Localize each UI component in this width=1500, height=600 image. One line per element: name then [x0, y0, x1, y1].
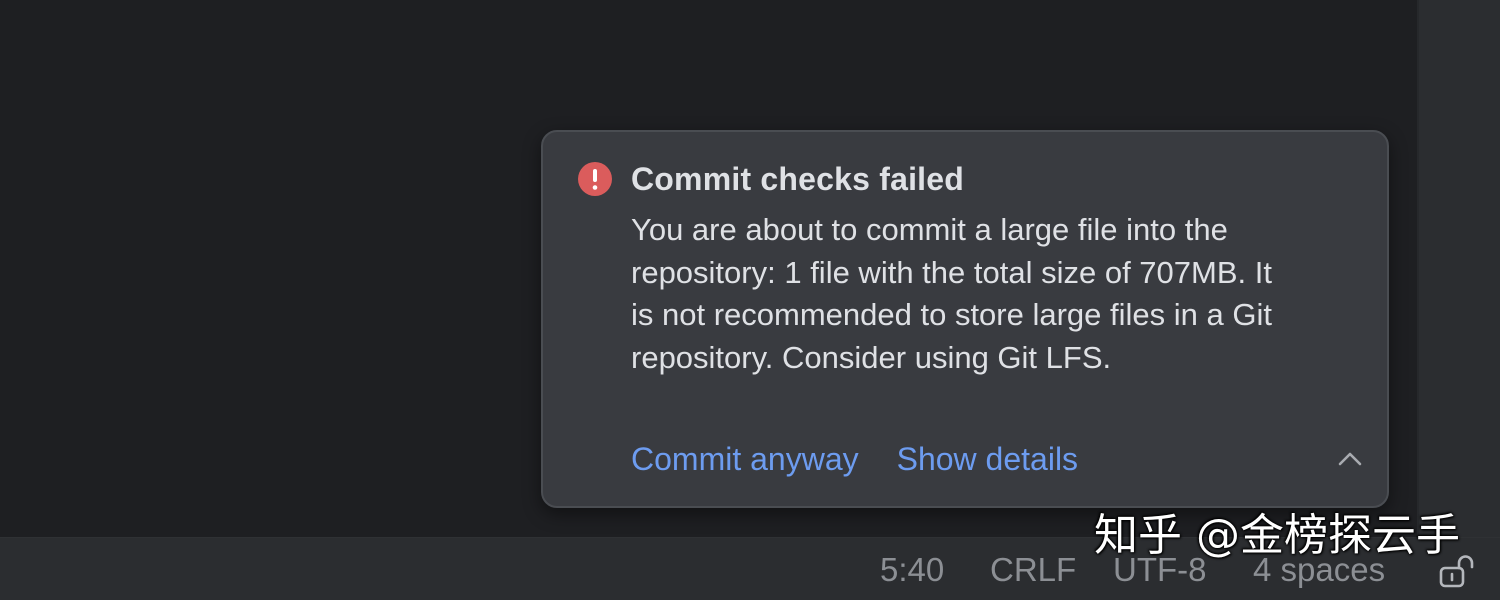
caret-position-widget[interactable]: 5:40 [880, 548, 944, 592]
line-separator-widget[interactable]: CRLF [990, 548, 1076, 592]
error-exclamation-icon [578, 162, 612, 196]
right-tool-window-strip [1417, 0, 1500, 537]
notification-title: Commit checks failed [631, 161, 964, 197]
notification-popup: Commit checks failed You are about to co… [541, 130, 1389, 508]
file-encoding-widget[interactable]: UTF-8 [1113, 548, 1207, 592]
notification-actions: Commit anyway Show details [631, 438, 1116, 480]
notification-message: You are about to commit a large file int… [631, 212, 1272, 375]
indent-widget[interactable]: 4 spaces [1253, 548, 1385, 592]
commit-anyway-link[interactable]: Commit anyway [631, 438, 859, 480]
show-details-link[interactable]: Show details [897, 438, 1078, 480]
status-bar: 5:40 CRLF UTF-8 4 spaces [0, 537, 1500, 600]
unlocked-padlock-icon[interactable] [1438, 553, 1476, 591]
chevron-up-icon[interactable] [1335, 446, 1365, 472]
